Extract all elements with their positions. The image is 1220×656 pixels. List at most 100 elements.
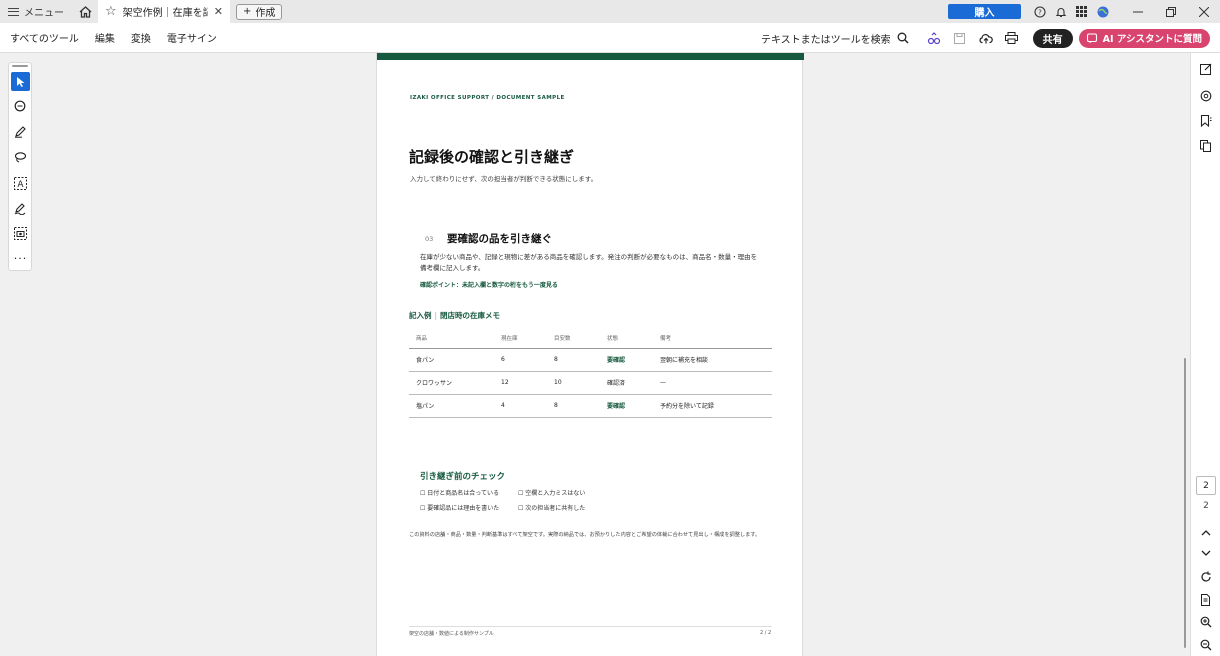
section-title: 要確認の品を引き継ぐ xyxy=(447,233,552,245)
comments-icon[interactable] xyxy=(1196,86,1216,106)
cell-item: 食パン xyxy=(409,348,494,372)
table-row: 塩パン 4 8 要確認 予約分を除いて記録 xyxy=(409,394,772,418)
scrollbar-thumb[interactable] xyxy=(1184,358,1186,648)
menu-edit[interactable]: 編集 xyxy=(95,30,115,45)
menu-label: メニュー xyxy=(24,8,64,19)
checklist: ☐ 日付と商品名は合っている ☐ 空欄と入力ミスはない ☐ 要確認品には理由を書… xyxy=(420,488,640,512)
home-button[interactable] xyxy=(72,0,98,23)
ai-sparkle-icon[interactable] xyxy=(921,23,947,53)
share-button[interactable]: 共有 xyxy=(1032,28,1073,48)
more-tools-button[interactable]: ··· xyxy=(11,249,30,268)
new-tab-button[interactable]: + 作成 xyxy=(236,3,283,20)
example-label: 記入例 xyxy=(409,311,432,320)
menu-e-sign[interactable]: 電子サイン xyxy=(167,30,217,45)
page-display-icon[interactable] xyxy=(1196,590,1216,610)
restore-icon[interactable] xyxy=(1154,0,1187,23)
table-row: クロワッサン 12 10 確認済 — xyxy=(409,371,772,395)
comment-tool-button[interactable] xyxy=(11,97,30,116)
cell-target: 8 xyxy=(547,394,600,418)
draw-tool-button[interactable] xyxy=(11,122,30,141)
current-page-field[interactable]: 2 xyxy=(1196,476,1216,495)
new-tab-label: 作成 xyxy=(255,8,276,19)
text-tool-button[interactable]: A xyxy=(11,174,30,193)
camera-icon xyxy=(14,227,27,240)
col-header-notes: 備考 xyxy=(653,328,772,349)
rail-drag-handle[interactable] xyxy=(12,65,28,67)
cell-status: 確認済 xyxy=(600,371,653,395)
cell-item: クロワッサン xyxy=(409,371,494,395)
tab-title: 架空作例｜在庫を記... xyxy=(122,8,208,19)
ai-assistant-label: AI アシスタントに質問 xyxy=(1102,34,1202,45)
prev-page-icon[interactable] xyxy=(1196,522,1216,542)
text-box-icon: A xyxy=(14,177,27,190)
right-rail: 2 2 xyxy=(1190,53,1220,656)
close-tab-icon[interactable]: ✕ xyxy=(214,5,223,18)
next-page-icon[interactable] xyxy=(1196,543,1216,563)
footer-page-number: 2 / 2 xyxy=(760,630,772,636)
sign-tool-button[interactable] xyxy=(11,199,30,218)
checklist-item: ☐ 空欄と入力ミスはない xyxy=(518,490,586,497)
title-bar: メニュー ☆ 架空作例｜在庫を記... ✕ + 作成 購入 ? xyxy=(0,0,1220,23)
svg-text:A: A xyxy=(17,180,24,190)
minimize-icon[interactable] xyxy=(1121,0,1154,23)
close-window-icon[interactable] xyxy=(1187,0,1220,23)
cell-stock: 12 xyxy=(494,371,547,395)
lasso-tool-button[interactable] xyxy=(11,148,30,167)
document-page: IZAKI OFFICE SUPPORT / DOCUMENT SAMPLE 記… xyxy=(376,53,804,656)
checklist-item: ☐ 要確認品には理由を書いた xyxy=(420,505,500,512)
save-icon[interactable] xyxy=(947,23,973,53)
vertical-scrollbar[interactable] xyxy=(1181,53,1189,656)
disclaimer: この資料の店舗・商品・数量・判断基準はすべて架空です。実際の納品では、お預かりし… xyxy=(409,532,761,538)
section-body: 在庫が少ない商品や、記録と現物に差がある商品を確認します。発注の判断が必要なもの… xyxy=(420,253,758,272)
ai-chat-icon xyxy=(1086,32,1097,43)
cell-target: 8 xyxy=(547,348,600,372)
example-heading: 記入例 | 閉店時の在庫メモ xyxy=(409,310,500,321)
more-icon: ··· xyxy=(13,252,28,265)
example-title: 閉店時の在庫メモ xyxy=(440,311,501,320)
menu-button[interactable]: メニュー xyxy=(0,0,72,23)
cell-target: 10 xyxy=(547,371,600,395)
col-header-status: 状態 xyxy=(600,328,653,349)
cell-notes: 予約分を除いて記録 xyxy=(653,394,772,418)
checklist-item: ☐ 日付と商品名は合っている xyxy=(420,490,499,497)
avatar[interactable] xyxy=(1092,0,1113,23)
star-icon[interactable]: ☆ xyxy=(105,5,117,18)
document-tab[interactable]: ☆ 架空作例｜在庫を記... ✕ xyxy=(98,0,230,23)
select-tool-button[interactable] xyxy=(11,72,30,91)
home-icon xyxy=(79,5,91,18)
edit-pdf-icon[interactable] xyxy=(1196,59,1216,79)
cell-stock: 6 xyxy=(494,348,547,372)
check-point: 確認ポイント：未記入欄と数字の桁をもう一度見る xyxy=(420,282,558,289)
footer-note: 架空の店舗・数値による制作サンプル xyxy=(409,631,494,637)
apps-grid-icon[interactable] xyxy=(1071,0,1092,23)
header-band xyxy=(377,53,804,60)
bookmark-icon[interactable] xyxy=(1196,111,1216,131)
zoom-out-icon[interactable] xyxy=(1196,635,1216,655)
col-header-stock: 現在庫 xyxy=(494,328,547,349)
help-icon[interactable]: ? xyxy=(1029,0,1050,23)
cursor-icon xyxy=(16,76,24,87)
menu-convert[interactable]: 変換 xyxy=(131,30,151,45)
ai-assistant-button[interactable]: AI アシスタントに質問 xyxy=(1078,28,1210,48)
stock-table: 商品 現在庫 目安数 状態 備考 食パン 6 8 要確認 翌朝に補充を相談 クロ… xyxy=(409,328,772,418)
buy-button[interactable]: 購入 xyxy=(948,4,1021,19)
zoom-in-icon[interactable] xyxy=(1196,612,1216,632)
svg-text:?: ? xyxy=(1038,8,1042,16)
print-icon[interactable] xyxy=(999,23,1025,53)
main-toolbar: すべてのツール 編集 変換 電子サイン テキストまたはツールを検索 共有 AI … xyxy=(0,23,1220,53)
menu-all-tools[interactable]: すべてのツール xyxy=(10,30,79,45)
example-separator: | xyxy=(434,311,438,320)
cell-item: 塩パン xyxy=(409,394,494,418)
cell-stock: 4 xyxy=(494,394,547,418)
footer-divider xyxy=(409,626,772,627)
plus-icon: + xyxy=(243,6,252,17)
tool-rail: A ··· xyxy=(8,62,32,271)
search-tools-button[interactable]: テキストまたはツールを検索 xyxy=(761,31,909,46)
pages-icon[interactable] xyxy=(1196,136,1216,156)
rotate-icon[interactable] xyxy=(1196,567,1216,587)
checklist-title: 引き継ぎ前のチェック xyxy=(420,472,506,482)
snapshot-tool-button[interactable] xyxy=(11,224,30,243)
col-header-item: 商品 xyxy=(409,328,494,349)
cloud-upload-icon[interactable] xyxy=(973,23,999,53)
bell-icon[interactable] xyxy=(1050,0,1071,23)
